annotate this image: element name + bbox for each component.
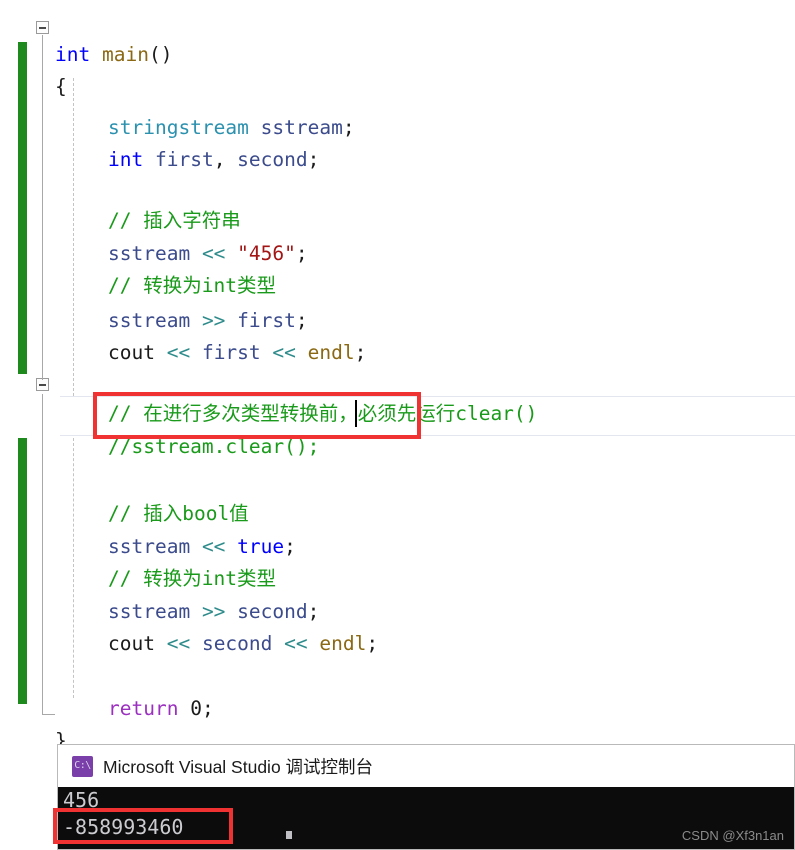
code-line-4[interactable]: int first, second; — [0, 113, 795, 171]
code-token: , — [213, 148, 238, 171]
code-tokens-19: cout << second << endl; — [108, 628, 378, 659]
code-line-9[interactable]: sstream >> first; — [0, 274, 795, 332]
code-tokens-10: cout << first << endl; — [108, 337, 366, 368]
code-token: second — [201, 632, 273, 655]
annotation-box-console-output — [53, 808, 233, 844]
code-line-6[interactable]: // 插入字符串 — [0, 174, 795, 232]
code-line-10[interactable]: cout << first << endl; — [0, 306, 795, 364]
code-line-21[interactable]: return 0; — [0, 662, 795, 720]
code-editor[interactable]: int main() { stringstream sstream; int f… — [0, 0, 795, 752]
code-line-2[interactable]: { — [0, 40, 795, 98]
code-tokens-4: int first, second; — [108, 144, 319, 175]
code-token: ; — [366, 632, 379, 655]
code-line-1[interactable]: int main() — [0, 8, 795, 66]
code-token: << — [272, 341, 296, 364]
code-line-16[interactable]: sstream << true; — [0, 500, 795, 558]
code-token: first — [201, 341, 261, 364]
code-line-22[interactable]: } — [0, 694, 795, 752]
csdn-watermark: CSDN @Xf3n1an — [681, 828, 784, 843]
code-token: << — [284, 632, 308, 655]
console-window-title: Microsoft Visual Studio 调试控制台 — [103, 756, 374, 777]
code-token: second — [237, 148, 308, 171]
code-token: int — [108, 148, 144, 171]
code-token: cout — [108, 341, 155, 364]
code-line-7[interactable]: sstream << "456"; — [0, 207, 795, 265]
code-line-3[interactable]: stringstream sstream; — [0, 81, 795, 139]
code-line-8[interactable]: // 转换为int类型 — [0, 239, 795, 297]
code-token: ; — [307, 148, 320, 171]
code-token: first — [154, 148, 214, 171]
code-line-15[interactable]: // 插入bool值 — [0, 467, 795, 525]
code-token: cout — [108, 632, 155, 655]
console-title-bar: C:\ Microsoft Visual Studio 调试控制台 — [58, 745, 794, 787]
console-caret — [286, 831, 292, 839]
console-icon-label: C:\ — [74, 760, 91, 771]
code-token: << — [166, 341, 191, 364]
code-line-19[interactable]: cout << second << endl; — [0, 597, 795, 655]
code-line-17[interactable]: // 转换为int类型 — [0, 532, 795, 590]
console-icon: C:\ — [72, 755, 93, 777]
annotation-box-clear-line — [93, 392, 421, 439]
code-token: endl — [319, 632, 367, 655]
code-token: << — [166, 632, 191, 655]
code-token: endl — [307, 341, 355, 364]
code-line-18[interactable]: sstream >> second; — [0, 565, 795, 623]
code-token: ; — [354, 341, 367, 364]
